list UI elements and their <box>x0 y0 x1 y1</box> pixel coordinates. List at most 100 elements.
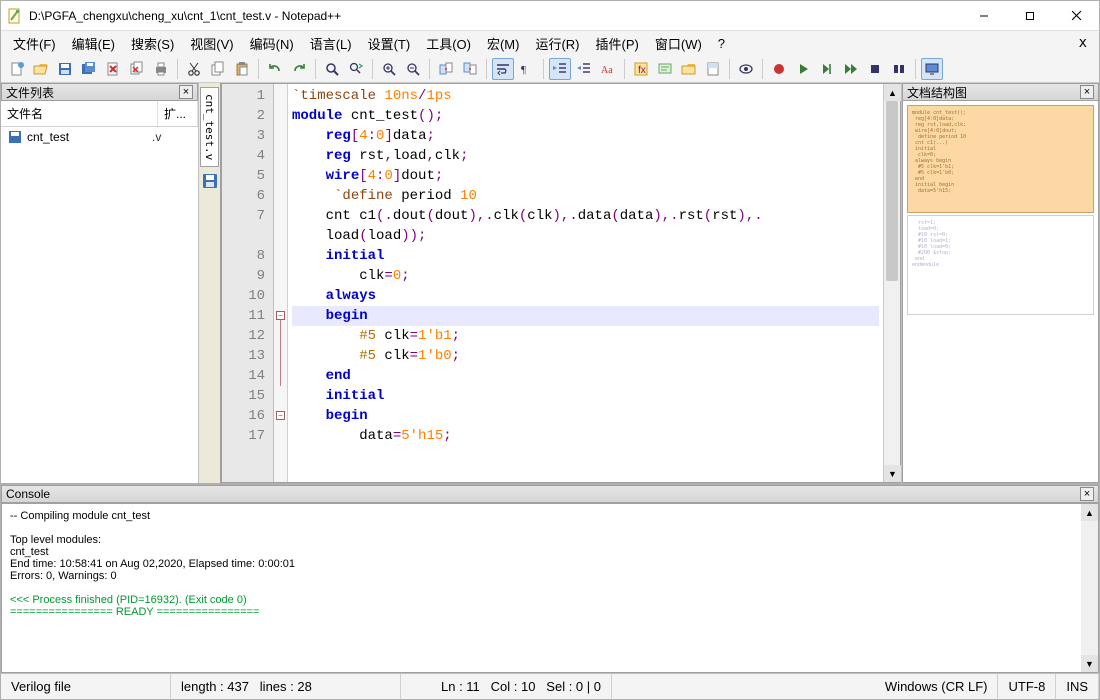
mdi-close-icon[interactable]: x <box>1071 35 1095 51</box>
monitor-button[interactable] <box>921 58 943 80</box>
fold-toggle[interactable]: − <box>276 311 285 320</box>
menu-item[interactable]: 插件(P) <box>588 31 647 56</box>
maximize-button[interactable] <box>1007 1 1053 30</box>
wrap-button[interactable] <box>492 58 514 80</box>
fold-toggle[interactable]: − <box>276 411 285 420</box>
status-eol[interactable]: Windows (CR LF) <box>875 674 999 699</box>
menu-item[interactable]: 工具(O) <box>418 31 479 56</box>
ff-button[interactable] <box>840 58 862 80</box>
close-button[interactable] <box>102 58 124 80</box>
status-encoding[interactable]: UTF-8 <box>998 674 1056 699</box>
code-line[interactable]: `define period 10 <box>292 186 879 206</box>
save-icon[interactable] <box>202 173 218 189</box>
minimize-button[interactable] <box>961 1 1007 30</box>
menu-item[interactable]: 设置(T) <box>360 31 419 56</box>
cut-button[interactable] <box>183 58 205 80</box>
scroll-up-icon[interactable]: ▲ <box>1081 504 1098 521</box>
ff-icon <box>843 61 859 77</box>
func-button[interactable]: fx <box>630 58 652 80</box>
code-line[interactable]: initial <box>292 246 879 266</box>
code-line[interactable]: end <box>292 366 879 386</box>
folder-button[interactable] <box>678 58 700 80</box>
menu-item[interactable]: 编辑(E) <box>64 31 123 56</box>
show-button[interactable]: ¶ <box>516 58 538 80</box>
console-line: Errors: 0, Warnings: 0 <box>10 570 1090 582</box>
redo-button[interactable] <box>288 58 310 80</box>
comment-button[interactable] <box>654 58 676 80</box>
doc-map-close-icon[interactable]: × <box>1080 85 1094 99</box>
code-line[interactable]: begin <box>292 406 879 426</box>
save-button[interactable] <box>54 58 76 80</box>
console-title-text: Console <box>6 487 50 501</box>
scroll-up-icon[interactable]: ▲ <box>884 84 901 101</box>
paste-button[interactable] <box>231 58 253 80</box>
code-line[interactable]: initial <box>292 386 879 406</box>
replace-button[interactable] <box>345 58 367 80</box>
console-line <box>10 522 1090 534</box>
scroll-down-icon[interactable]: ▼ <box>1081 655 1098 672</box>
status-insert-mode[interactable]: INS <box>1056 674 1099 699</box>
code-line[interactable]: clk=0; <box>292 266 879 286</box>
doc-map-body[interactable]: module cnt_test(); reg[4:0]data; reg rst… <box>902 101 1099 483</box>
menu-item[interactable]: 窗口(W) <box>647 31 710 56</box>
scroll-thumb[interactable] <box>886 101 898 281</box>
menu-item[interactable]: 编码(N) <box>242 31 302 56</box>
code-line[interactable]: reg[4:0]data; <box>292 126 879 146</box>
eye-button[interactable] <box>735 58 757 80</box>
closeall-button[interactable] <box>126 58 148 80</box>
play2-button[interactable] <box>816 58 838 80</box>
code-line[interactable]: #5 clk=1'b0; <box>292 346 879 366</box>
menu-item[interactable]: 文件(F) <box>5 31 64 56</box>
code-line[interactable]: begin <box>292 306 879 326</box>
console-scrollbar[interactable]: ▲ ▼ <box>1081 504 1098 672</box>
code-line[interactable]: cnt c1(.dout(dout),.clk(clk),.data(data)… <box>292 206 879 246</box>
ucase-button[interactable]: Aa <box>597 58 619 80</box>
file-list-item[interactable]: cnt_test.v <box>1 127 198 147</box>
scroll-down-icon[interactable]: ▼ <box>884 465 901 482</box>
sync2-button[interactable] <box>459 58 481 80</box>
find-button[interactable] <box>321 58 343 80</box>
close-button[interactable] <box>1053 1 1099 30</box>
console-body[interactable]: -- Compiling module cnt_test Top level m… <box>1 503 1099 673</box>
document-tab[interactable]: cnt_test.v <box>200 87 219 167</box>
print-button[interactable] <box>150 58 172 80</box>
new-button[interactable] <box>6 58 28 80</box>
zoomout-button[interactable] <box>402 58 424 80</box>
editor-scrollbar[interactable]: ▲ ▼ <box>883 84 900 482</box>
file-list-col-name[interactable]: 文件名 <box>1 101 158 126</box>
play-button[interactable] <box>792 58 814 80</box>
indent-button[interactable] <box>549 58 571 80</box>
saveall-button[interactable] <box>78 58 100 80</box>
copy-button[interactable] <box>207 58 229 80</box>
code-line[interactable]: data=5'h15; <box>292 426 879 446</box>
stop-button[interactable] <box>864 58 886 80</box>
file-list-close-icon[interactable]: × <box>179 85 193 99</box>
code-line[interactable]: `timescale 10ns/1ps <box>292 86 879 106</box>
console-close-icon[interactable]: × <box>1080 487 1094 501</box>
code-line[interactable]: #5 clk=1'b1; <box>292 326 879 346</box>
code-area[interactable]: `timescale 10ns/1psmodule cnt_test(); re… <box>288 84 883 482</box>
code-line[interactable]: module cnt_test(); <box>292 106 879 126</box>
open-button[interactable] <box>30 58 52 80</box>
console-line: cnt_test <box>10 546 1090 558</box>
menu-item[interactable]: 搜索(S) <box>123 31 182 56</box>
menu-item[interactable]: 语言(L) <box>302 31 360 56</box>
fold-column[interactable]: −− <box>274 84 288 482</box>
code-line[interactable]: always <box>292 286 879 306</box>
file-list-col-ext[interactable]: 扩... <box>158 101 198 126</box>
docmap-button[interactable] <box>702 58 724 80</box>
rec-button[interactable] <box>768 58 790 80</box>
sync-button[interactable] <box>435 58 457 80</box>
undo-button[interactable] <box>264 58 286 80</box>
zoomin-button[interactable] <box>378 58 400 80</box>
line-number-gutter: 1234567891011121314151617 <box>222 84 274 482</box>
code-line[interactable]: wire[4:0]dout; <box>292 166 879 186</box>
menu-item[interactable]: 宏(M) <box>479 31 528 56</box>
stop2-button[interactable] <box>888 58 910 80</box>
menu-item[interactable]: 视图(V) <box>182 31 241 56</box>
replace-icon <box>348 61 364 77</box>
outdent-button[interactable] <box>573 58 595 80</box>
code-line[interactable]: reg rst,load,clk; <box>292 146 879 166</box>
menu-item[interactable]: 运行(R) <box>527 31 587 56</box>
menu-item[interactable]: ? <box>710 33 733 54</box>
